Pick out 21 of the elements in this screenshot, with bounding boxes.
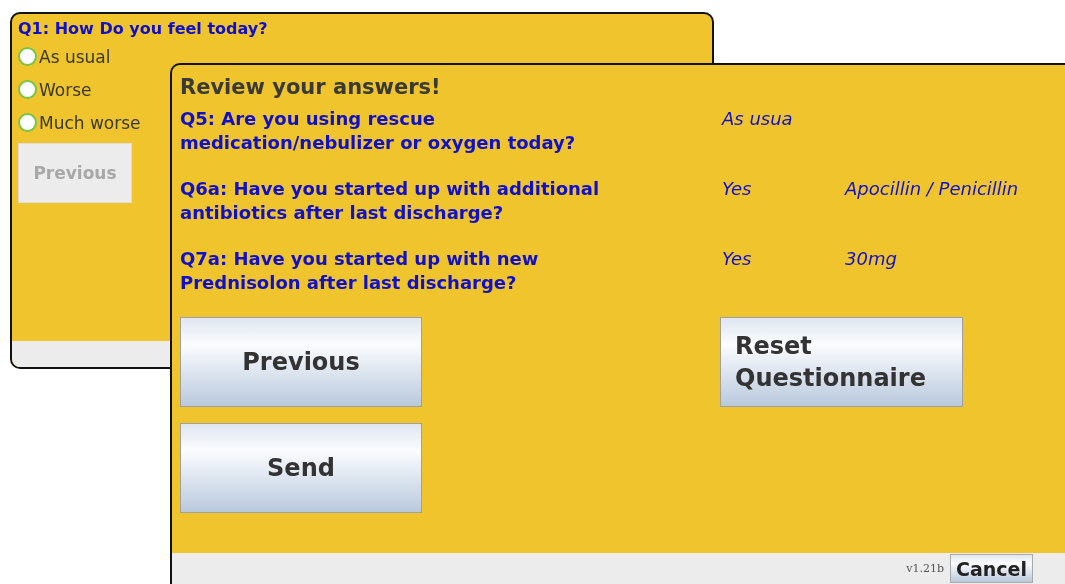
cancel-button[interactable]: Cancel [950,554,1033,583]
radio-button[interactable] [18,47,37,66]
radio-button[interactable] [18,113,37,132]
question-text: Q7a: Have you started up with new Prednisolon after last discharge? [180,247,540,295]
send-button[interactable]: Send [180,423,422,513]
option-label[interactable]: Much worse [39,112,141,133]
answer-text: Yes [722,177,753,201]
answer-text: Yes [722,247,753,271]
answer-detail: 30mg [845,247,897,271]
review-title: Review your answers! [180,75,442,99]
question-text: Q1: How Do you feel today? [18,19,269,38]
question-text: Q5: Are you using rescue medication/nebulizer or oxygen today? [180,107,577,155]
question-text: Q6a: Have you started up with additional antibiotics after last discharge? [180,177,601,225]
version-label: v1.21b [906,562,945,575]
option-label[interactable]: As usual [39,46,111,67]
answer-text: As usua [722,107,794,131]
previous-button[interactable]: Previous [180,317,422,407]
option-label[interactable]: Worse [39,79,92,100]
answer-detail: Apocillin / Penicillin [845,177,1019,201]
radio-button[interactable] [18,80,37,99]
reset-questionnaire-button[interactable]: Reset Questionnaire [720,317,963,407]
